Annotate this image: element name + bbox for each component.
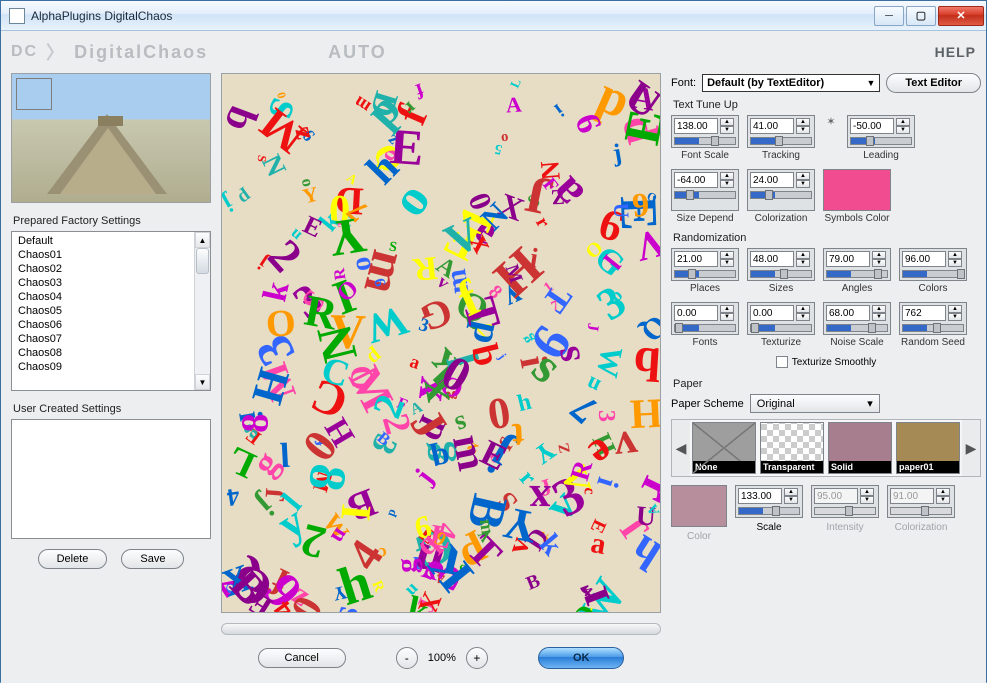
preset-item[interactable]: Default — [12, 234, 210, 248]
paper-scheme-dropdown[interactable]: Original ▾ — [750, 394, 880, 413]
font-value: Default (by TextEditor) — [707, 77, 824, 89]
size-depend-label: Size Depend — [671, 213, 739, 224]
next-paper-button[interactable]: ▶ — [962, 420, 980, 476]
chevron-down-icon: ▼ — [866, 78, 875, 88]
leading-input[interactable] — [850, 118, 894, 134]
brand-dc: DC — [11, 43, 38, 61]
scroll-down-icon[interactable]: ▼ — [195, 374, 210, 390]
colorization-label: Colorization — [747, 213, 815, 224]
scroll-up-icon[interactable]: ▲ — [195, 232, 210, 248]
brand-name: DigitalChaos — [74, 42, 208, 63]
auto-button[interactable]: AUTO — [328, 42, 387, 63]
size-depend-spinner[interactable]: ▲▼ — [671, 169, 739, 211]
save-button[interactable]: Save — [121, 549, 184, 569]
list-scrollbar[interactable]: ▲ ▼ — [194, 232, 210, 390]
preset-item[interactable]: Chaos07 — [12, 332, 210, 346]
tuneup-title: Text Tune Up — [673, 99, 981, 111]
down-arrow-icon[interactable]: ▼ — [720, 126, 734, 134]
noise-scale-spinner[interactable]: ▲▼ — [823, 302, 891, 335]
app-window: AlphaPlugins DigitalChaos ─ ▢ ✕ DC 〉 Dig… — [0, 0, 987, 682]
font-dropdown[interactable]: Default (by TextEditor) ▼ — [702, 74, 880, 92]
factory-preset-list[interactable]: DefaultChaos01Chaos02Chaos03Chaos04Chaos… — [11, 231, 211, 391]
maximize-button[interactable]: ▢ — [906, 6, 936, 26]
cancel-button[interactable]: Cancel — [258, 648, 346, 668]
zoom-out-button[interactable]: - — [396, 647, 418, 669]
colorization-input[interactable] — [750, 172, 794, 188]
paper-thumb-paper01[interactable]: paper01 — [896, 422, 960, 474]
selection-box[interactable] — [16, 78, 52, 110]
size-depend-input[interactable] — [674, 172, 718, 188]
randomization-title: Randomization — [673, 232, 981, 244]
preset-item[interactable]: Chaos04 — [12, 290, 210, 304]
tracking-label: Tracking — [747, 150, 815, 161]
symbols-color-swatch[interactable] — [823, 169, 891, 211]
chevron-right-icon: 〉 — [46, 39, 66, 65]
zoom-in-button[interactable]: + — [466, 647, 488, 669]
factory-label: Prepared Factory Settings — [13, 215, 211, 227]
angles-spinner[interactable]: ▲▼ — [823, 248, 891, 281]
preview-scrollbar[interactable] — [221, 623, 661, 635]
paper-thumb-solid[interactable]: Solid — [828, 422, 892, 474]
paper-thumb-none[interactable]: None — [692, 422, 756, 474]
zoom-level: 100% — [428, 652, 456, 664]
source-thumbnail[interactable] — [11, 73, 211, 203]
delete-button[interactable]: Delete — [38, 549, 108, 569]
texturize-smoothly-checkbox[interactable]: Texturize Smoothly — [671, 356, 981, 368]
preset-item[interactable]: Chaos06 — [12, 318, 210, 332]
help-button[interactable]: HELP — [935, 44, 976, 60]
places-spinner[interactable]: ▲▼ — [671, 248, 739, 281]
texturize-spinner[interactable]: ▲▼ — [747, 302, 815, 335]
font-scale-spinner[interactable]: ▲▼ — [671, 115, 739, 148]
ok-button[interactable]: OK — [538, 647, 625, 669]
leading-spinner[interactable]: ▲▼ — [847, 115, 915, 148]
paper-title: Paper — [673, 378, 981, 390]
chain-link-icon[interactable]: ✶ — [823, 115, 839, 148]
user-label: User Created Settings — [13, 403, 211, 415]
preset-item[interactable]: Chaos05 — [12, 304, 210, 318]
prev-paper-button[interactable]: ◀ — [672, 420, 690, 476]
text-editor-button[interactable]: Text Editor — [886, 73, 981, 93]
preview-canvas: vJmprcfYiS6GS30kIvXxkFyJagZNJ3VjQDJ3G4Se… — [221, 73, 661, 613]
preset-item[interactable]: Chaos08 — [12, 346, 210, 360]
tracking-spinner[interactable]: ▲▼ — [747, 115, 815, 148]
up-arrow-icon[interactable]: ▲ — [720, 118, 734, 126]
user-preset-list[interactable] — [11, 419, 211, 539]
paper-thumb-transparent[interactable]: Transparent — [760, 422, 824, 474]
window-title: AlphaPlugins DigitalChaos — [31, 9, 872, 23]
random-seed-spinner[interactable]: ▲▼ — [899, 302, 967, 335]
symbols-color-label: Symbols Color — [823, 213, 891, 224]
font-scale-label: Font Scale — [671, 150, 739, 161]
paper-scale-spinner[interactable]: ▲▼ — [735, 485, 803, 518]
paper-scheme-label: Paper Scheme — [671, 398, 744, 410]
preset-item[interactable]: Chaos03 — [12, 276, 210, 290]
paper-color-swatch[interactable] — [671, 485, 727, 527]
close-button[interactable]: ✕ — [938, 6, 984, 26]
preset-item[interactable]: Chaos02 — [12, 262, 210, 276]
preset-item[interactable]: Chaos09 — [12, 360, 210, 374]
titlebar: AlphaPlugins DigitalChaos ─ ▢ ✕ — [1, 1, 986, 31]
sizes-spinner[interactable]: ▲▼ — [747, 248, 815, 281]
leading-label: Leading — [847, 150, 915, 161]
scroll-thumb[interactable] — [196, 248, 209, 274]
fonts-spinner[interactable]: ▲▼ — [671, 302, 739, 335]
tracking-input[interactable] — [750, 118, 794, 134]
app-icon — [9, 8, 25, 24]
preset-item[interactable]: Chaos01 — [12, 248, 210, 262]
paper-colorization-spinner[interactable]: ▲▼ — [887, 485, 955, 518]
minimize-button[interactable]: ─ — [874, 6, 904, 26]
font-scale-input[interactable] — [674, 118, 718, 134]
colorization-spinner[interactable]: ▲▼ — [747, 169, 815, 211]
paper-intensity-spinner[interactable]: ▲▼ — [811, 485, 879, 518]
font-label: Font: — [671, 77, 696, 89]
paper-thumbnails: ◀ None Transparent Solid paper01 ▶ — [671, 419, 981, 477]
chevron-down-icon: ▾ — [867, 397, 873, 410]
brand-bar: DC 〉 DigitalChaos AUTO HELP — [11, 37, 976, 67]
colors-spinner[interactable]: ▲▼ — [899, 248, 967, 281]
checkbox-icon[interactable] — [776, 356, 788, 368]
